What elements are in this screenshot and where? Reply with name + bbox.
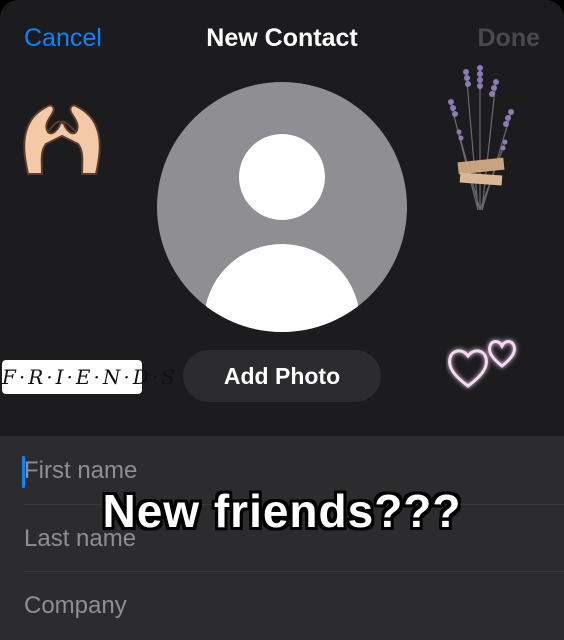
heart-hands-icon: [23, 104, 101, 175]
lavender-bouquet-icon: [448, 65, 514, 211]
company-field[interactable]: Company: [24, 573, 564, 639]
neon-hearts-icon: [448, 340, 516, 388]
contact-avatar-placeholder[interactable]: [157, 82, 407, 332]
avatar-body-shape: [204, 244, 360, 332]
new-contact-screen: Cancel New Contact Done F·R·I·E·N·D·S Ad…: [0, 0, 564, 640]
friends-logo-sticker: F·R·I·E·N·D·S: [2, 360, 175, 394]
overlay-caption: New friends???: [102, 485, 462, 537]
add-photo-button[interactable]: Add Photo: [183, 350, 381, 402]
contact-form: First name Last name Company: [0, 436, 564, 640]
done-button[interactable]: Done: [478, 24, 541, 53]
field-divider: [24, 571, 564, 572]
avatar-head-shape: [239, 134, 325, 220]
